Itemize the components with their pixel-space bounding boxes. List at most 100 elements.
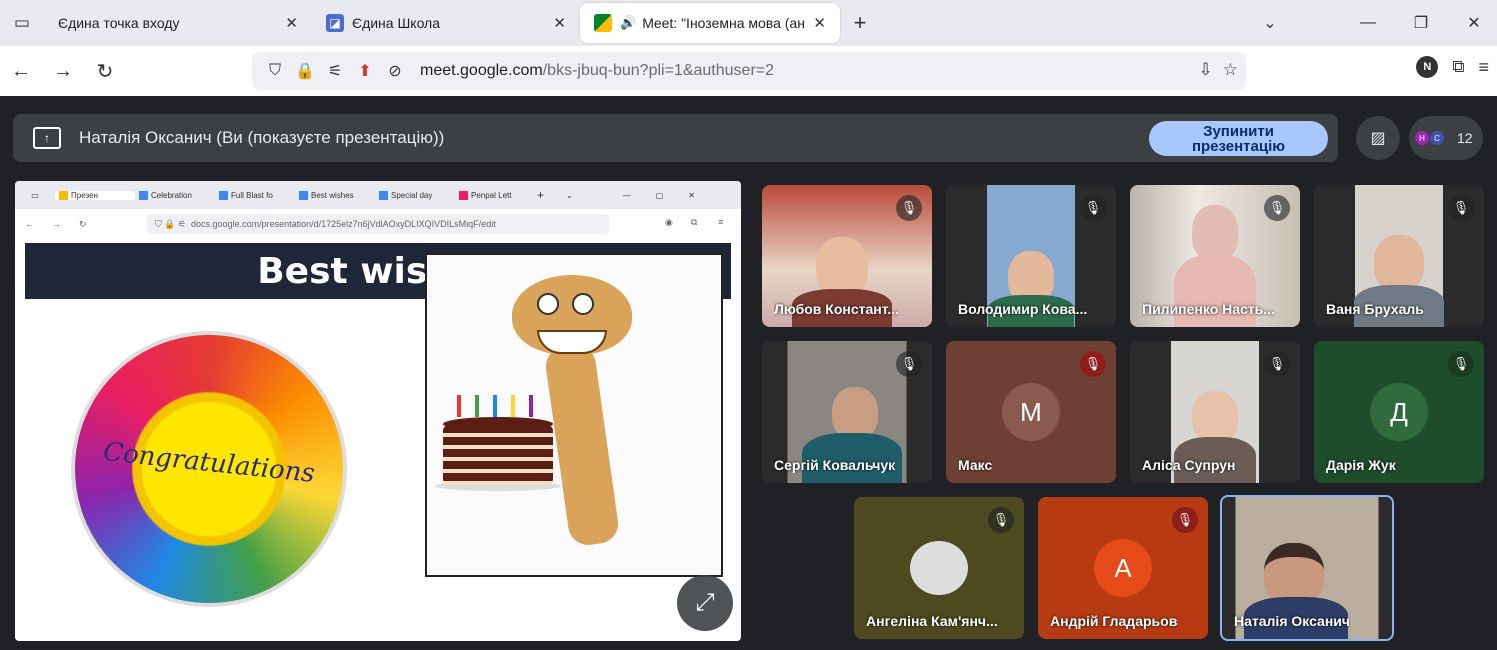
participant-name: Сергій Ковальчук xyxy=(774,457,896,473)
participant-tile[interactable]: 🎙 Любов Констант... xyxy=(762,185,932,327)
tab-title: Єдина точка входу xyxy=(58,15,180,31)
shared-restore-icon: ▢ xyxy=(655,190,664,200)
shared-address-bar: ⛉ 🔒 ⚟ docs.google.com/presentation/d/172… xyxy=(147,214,609,234)
fullscreen-icon[interactable]: ⤢ xyxy=(677,575,733,631)
video-person xyxy=(1192,205,1238,261)
speaker-icon[interactable]: 🔊 xyxy=(620,15,636,31)
page-icon xyxy=(379,190,388,200)
tab-meet[interactable]: 🔊 Meet: "Іноземна мова (анг ✕ xyxy=(580,3,840,43)
shared-tab-title: Презен xyxy=(71,190,98,200)
shared-tab-title: Special day xyxy=(391,190,433,200)
participant-tile[interactable]: 🎙 Сергій Ковальчук xyxy=(762,341,932,483)
participant-tile[interactable]: М 🎙 Макс xyxy=(946,341,1116,483)
shared-tab: Special day xyxy=(375,190,455,200)
stop-label-line2: презентацію xyxy=(1191,137,1286,155)
shared-nav-bar: ← → ↻ ⛉ 🔒 ⚟ docs.google.com/presentation… xyxy=(15,209,741,239)
shared-url-text: docs.google.com/presentation/d/1725elz7n… xyxy=(191,219,496,229)
mic-off-icon: 🎙 xyxy=(1264,195,1290,221)
back-icon[interactable]: ← xyxy=(0,51,42,91)
mini-avatars: H C xyxy=(1415,131,1445,145)
presenting-banner: ↑ Наталія Оксанич (Ви (показуєте презент… xyxy=(13,114,1338,162)
tab-single-school[interactable]: ◪ Єдина Школа ✕ xyxy=(312,3,580,43)
shared-tab: Best wishes xyxy=(295,190,375,200)
lock-icon[interactable]: 🔒 xyxy=(290,61,320,81)
participant-avatar: А xyxy=(1094,539,1152,597)
candle xyxy=(457,395,461,417)
participant-name: Володимир Кова... xyxy=(958,301,1088,317)
mini-avatar: C xyxy=(1430,131,1444,145)
mic-off-icon: 🎙 xyxy=(1264,351,1290,377)
shared-tab: Full Blast fo xyxy=(215,190,295,200)
stop-presenting-button[interactable]: Зупинити презентацію xyxy=(1149,121,1328,156)
mic-off-icon: 🎙 xyxy=(1172,507,1198,533)
participant-tile[interactable]: А 🎙 Андрій Гладарьов xyxy=(1038,497,1208,639)
shield-icon[interactable]: ⛉ xyxy=(260,62,290,80)
slides-icon xyxy=(59,190,68,200)
shared-tab-title: Penpal Lett xyxy=(471,190,512,200)
page-icon xyxy=(299,190,308,200)
shared-minimize-icon: — xyxy=(622,190,631,200)
extensions-icon[interactable]: ⧉ xyxy=(1452,57,1464,77)
new-tab-button[interactable]: + xyxy=(840,3,880,43)
participant-tile[interactable]: 🎙 Аліса Супрун xyxy=(1130,341,1300,483)
video-person xyxy=(816,237,868,297)
participant-tile-self[interactable]: Наталія Оксанич xyxy=(1220,495,1394,641)
tab-list-chevron-icon[interactable]: ⌄ xyxy=(1245,0,1295,46)
candle xyxy=(493,395,497,417)
shared-tab-title: Best wishes xyxy=(311,190,354,200)
captions-off-icon[interactable]: ▨ xyxy=(1356,116,1400,160)
participant-name: Ваня Брухаль xyxy=(1326,301,1424,317)
tab-single-entry[interactable]: Єдина точка входу ✕ xyxy=(44,3,312,43)
forward-icon[interactable]: → xyxy=(42,51,84,91)
permissions-icon[interactable]: ⚟ xyxy=(320,61,350,81)
page-icon xyxy=(219,190,228,200)
slide: Best wishes Congratulations xyxy=(25,243,731,637)
url-path: /bks-jbuq-bun?pli=1&authuser=2 xyxy=(542,62,775,79)
tab-list-icon[interactable]: ▭ xyxy=(0,0,44,46)
shared-tab: Celebration xyxy=(135,190,215,200)
window-close-icon[interactable]: ✕ xyxy=(1449,0,1497,46)
navigation-bar: ← → ↻ ⛉ 🔒 ⚟ ⬆ ⊘ meet.google.com/bks-jbuq… xyxy=(0,46,1497,96)
shared-tab: Презен xyxy=(55,190,135,200)
shared-chevron-icon: ⌄ xyxy=(566,190,573,200)
participants-button[interactable]: H C 12 xyxy=(1409,116,1483,160)
close-icon[interactable]: ✕ xyxy=(813,14,826,32)
mic-off-icon: 🎙 xyxy=(1080,351,1106,377)
video-person xyxy=(832,387,878,439)
restore-icon[interactable]: ❐ xyxy=(1396,0,1446,46)
participant-tile[interactable]: 🎙 Пилипенко Насть... xyxy=(1130,185,1300,327)
shared-tab-title: Full Blast fo xyxy=(231,190,273,200)
reload-icon[interactable]: ↻ xyxy=(84,51,126,91)
install-icon[interactable]: ⇩ xyxy=(1199,60,1213,80)
presenting-text: Наталія Оксанич (Ви (показуєте презентац… xyxy=(79,128,445,147)
camera-off-icon[interactable]: ⊘ xyxy=(380,61,410,81)
presentation-view[interactable]: ▭ Презен Celebration Full Blast fo Best … xyxy=(15,181,741,641)
bookmark-star-icon[interactable]: ☆ xyxy=(1223,60,1238,80)
url-text[interactable]: meet.google.com/bks-jbuq-bun?pli=1&authu… xyxy=(420,62,774,80)
participant-name: Дарія Жук xyxy=(1326,457,1396,473)
mic-off-icon: 🎙 xyxy=(896,195,922,221)
minimize-icon[interactable]: — xyxy=(1343,0,1393,46)
menu-icon[interactable]: ≡ xyxy=(1478,57,1489,78)
video-person xyxy=(1192,391,1238,443)
participant-tile[interactable]: 🎙 Ваня Брухаль xyxy=(1314,185,1484,327)
giraffe-neck xyxy=(543,342,621,548)
close-icon[interactable]: ✕ xyxy=(285,14,298,32)
participant-tile[interactable]: 🎙 Володимир Кова... xyxy=(946,185,1116,327)
giraffe-eye xyxy=(572,293,594,315)
participant-tile[interactable]: Д 🎙 Дарія Жук xyxy=(1314,341,1484,483)
mic-off-icon: 🎙 xyxy=(988,507,1014,533)
shared-tab: Penpal Lett xyxy=(455,190,535,200)
candle xyxy=(529,395,533,417)
close-icon[interactable]: ✕ xyxy=(553,14,566,32)
account-avatar[interactable]: N xyxy=(1416,56,1439,78)
shared-menu-icon: ≡ xyxy=(718,217,724,227)
page-icon xyxy=(139,190,148,200)
cake-top xyxy=(443,417,553,431)
screen-share-icon[interactable]: ⬆ xyxy=(350,61,380,81)
address-bar[interactable]: ⛉ 🔒 ⚟ ⬆ ⊘ meet.google.com/bks-jbuq-bun?p… xyxy=(252,52,1246,90)
present-screen-icon: ↑ xyxy=(33,127,61,149)
video-person xyxy=(1264,543,1324,605)
participant-name: Аліса Супрун xyxy=(1142,457,1236,473)
participant-tile[interactable]: 🎙 Ангеліна Кам'янч... xyxy=(854,497,1024,639)
